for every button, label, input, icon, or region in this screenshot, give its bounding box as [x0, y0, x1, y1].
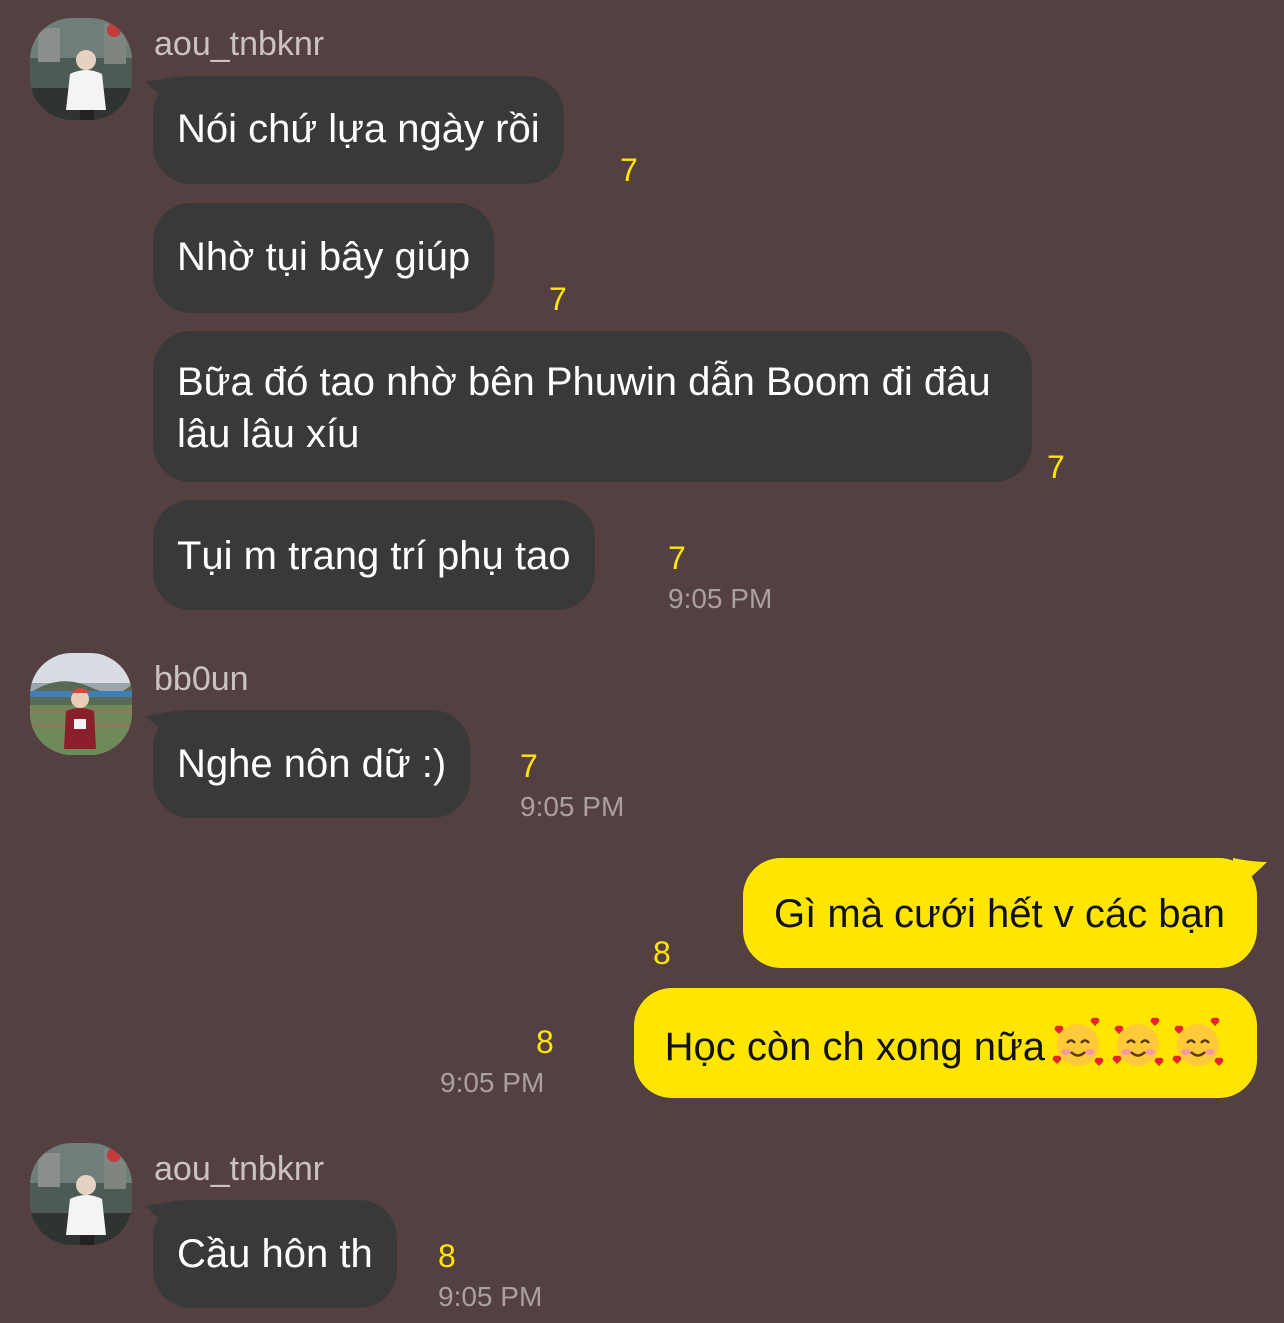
timestamp: 9:05 PM [668, 583, 773, 614]
unread-count: 7 [520, 748, 538, 784]
avatar-bb0un[interactable] [30, 653, 132, 755]
message-bubble[interactable]: Cầu hôn th [145, 1200, 397, 1308]
message-bubble-outgoing[interactable]: Học còn ch xong nữa [633, 988, 1257, 1098]
timestamp: 9:05 PM [520, 791, 625, 822]
message-bubble[interactable]: Bữa đó tao nhờ bên Phuwin dẫn Boom đi đâ… [153, 331, 1032, 482]
sender-name: aou_tnbknr [154, 1150, 325, 1188]
message-bubble[interactable]: Nhờ tụi bây giúp [153, 203, 495, 313]
message-bubble[interactable]: Nghe nôn dữ :) [145, 710, 471, 818]
message-text: Học còn ch xong nữa [664, 1025, 1045, 1069]
avatar-aou-tnbknr[interactable] [30, 18, 132, 120]
smiling-face-with-hearts-emoji [1112, 1017, 1164, 1066]
bubble-tail [1233, 858, 1267, 892]
message-text: Nghe nôn dữ :) [177, 742, 447, 786]
message-text: Bữa đó tao nhờ bên Phuwin dẫn Boom đi đâ… [177, 360, 991, 456]
message-text: Gì mà cưới hết v các bạn [774, 892, 1225, 936]
avatar-aou-tnbknr[interactable] [30, 1143, 132, 1245]
sender-name: aou_tnbknr [154, 25, 325, 63]
message-text: Nói chứ lựa ngày rồi [177, 107, 540, 151]
message-bubble[interactable]: Nói chứ lựa ngày rồi [145, 76, 564, 184]
sender-name: bb0un [154, 660, 249, 698]
unread-count: 7 [620, 152, 638, 188]
unread-count: 8 [536, 1024, 554, 1060]
smiling-face-with-hearts-emoji [1052, 1017, 1104, 1066]
bubble-tail [145, 76, 179, 110]
smiling-face-with-hearts-emoji [1172, 1017, 1224, 1066]
unread-count: 7 [1047, 449, 1065, 485]
message-text: Cầu hôn th [177, 1232, 373, 1276]
message-text: Nhờ tụi bây giúp [177, 235, 471, 279]
unread-count: 8 [438, 1238, 456, 1274]
message-text: Tụi m trang trí phụ tao [177, 534, 571, 578]
bubble-tail [145, 1200, 179, 1234]
unread-count: 7 [549, 281, 567, 317]
unread-count: 8 [653, 935, 671, 971]
bubble-tail [145, 710, 179, 744]
message-bubble[interactable]: Tụi m trang trí phụ tao [153, 500, 595, 610]
message-bubble-outgoing[interactable]: Gì mà cưới hết v các bạn [743, 858, 1267, 968]
unread-count: 7 [668, 540, 686, 576]
timestamp: 9:05 PM [440, 1067, 545, 1098]
timestamp: 9:05 PM [438, 1281, 543, 1312]
